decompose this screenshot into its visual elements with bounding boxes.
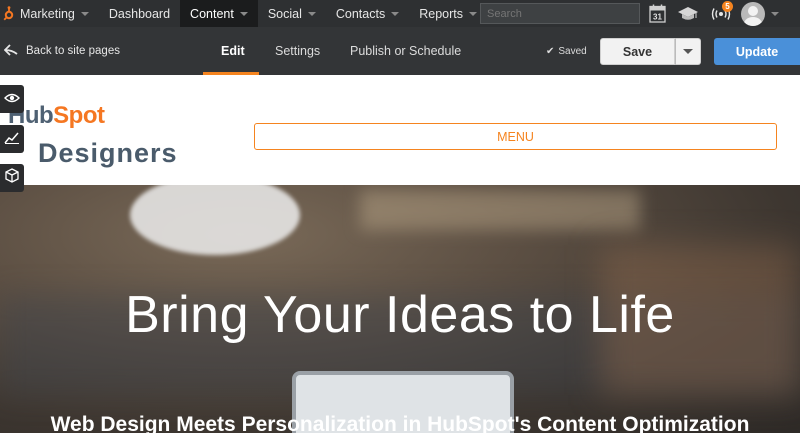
sprocket-logo-icon[interactable] (3, 6, 16, 21)
preview-eye-button[interactable] (0, 85, 24, 113)
check-icon: ✔ (546, 45, 555, 57)
avatar-image (741, 1, 765, 26)
back-label: Back to site pages (26, 45, 120, 57)
chevron-down-icon (80, 11, 89, 16)
modules-button[interactable] (0, 164, 24, 192)
avatar[interactable] (740, 0, 766, 27)
nav-marketing[interactable]: Marketing (16, 0, 99, 27)
cube-icon (5, 168, 19, 188)
chart-icon (4, 130, 20, 149)
nav-contacts-label: Contacts (335, 6, 386, 21)
nav-reports-label: Reports (419, 6, 463, 21)
nav-contacts[interactable]: Contacts (326, 0, 409, 27)
editor-toolbar: Back to site pages Edit Settings Publish… (0, 27, 800, 75)
chevron-down-icon[interactable] (768, 0, 782, 27)
nav-dashboard-label: Dashboard (108, 6, 171, 21)
chevron-down-icon (239, 11, 248, 16)
hero-subtitle: Web Design Meets Personalization in HubS… (50, 413, 750, 433)
calendar-day: 31 (653, 13, 662, 22)
update-button[interactable]: Update (714, 38, 800, 65)
save-options-dropdown[interactable] (675, 38, 701, 65)
search-input[interactable] (480, 3, 640, 24)
optimization-button[interactable] (0, 125, 24, 153)
site-header: HubSpot Designers MENU (0, 75, 800, 185)
nav-social[interactable]: Social (258, 0, 326, 27)
hero-banner[interactable]: Bring Your Ideas to Life Web Design Meet… (0, 185, 800, 433)
hero-background (360, 190, 640, 230)
top-navigation: Marketing Dashboard Content Social Conta… (0, 0, 800, 27)
eye-icon (4, 90, 20, 108)
notifications-icon[interactable]: 5 (708, 0, 734, 27)
chevron-down-icon (391, 11, 400, 16)
back-to-site-pages-link[interactable]: Back to site pages (0, 27, 120, 75)
nav-social-label: Social (267, 6, 302, 21)
tab-edit[interactable]: Edit (221, 27, 245, 75)
nav-content-label: Content (190, 6, 234, 21)
chevron-down-icon (469, 11, 477, 16)
save-button[interactable]: Save (600, 38, 675, 65)
chevron-down-icon (683, 49, 693, 54)
menu-button[interactable]: MENU (254, 123, 777, 150)
hero-lamp-shape (130, 185, 300, 255)
chevron-down-icon (307, 11, 316, 16)
hero-title: Bring Your Ideas to Life (125, 286, 675, 344)
notification-badge: 5 (722, 1, 733, 12)
tab-publish-or-schedule[interactable]: Publish or Schedule (350, 27, 461, 75)
nav-dashboard[interactable]: Dashboard (99, 0, 180, 27)
academy-cap-icon[interactable] (676, 0, 700, 27)
saved-label: Saved (558, 45, 587, 57)
nav-marketing-label: Marketing (20, 6, 75, 21)
back-arrow-icon (3, 43, 18, 59)
tab-settings[interactable]: Settings (275, 27, 320, 75)
calendar-icon[interactable]: 31 (646, 0, 668, 27)
nav-reports[interactable]: Reports (409, 0, 487, 27)
nav-content[interactable]: Content (180, 0, 258, 27)
designers-logo-text: Designers (38, 138, 178, 168)
saved-status: ✔ Saved (546, 27, 587, 75)
